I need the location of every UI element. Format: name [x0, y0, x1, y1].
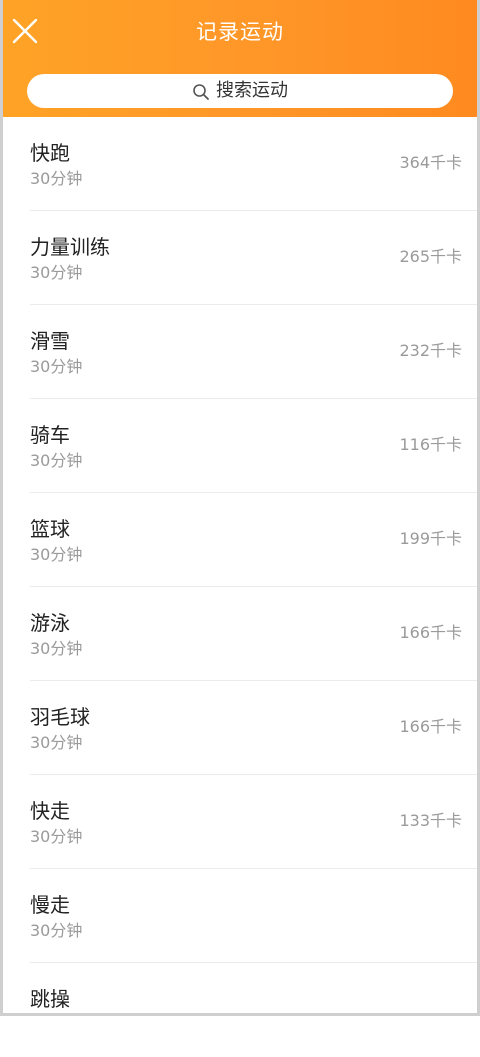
activity-item-swimming[interactable]: 游泳 30分钟 166千卡 [3, 587, 477, 681]
activity-duration: 30分钟 [30, 169, 83, 188]
header-bar: 记录运动 搜索运动 [0, 0, 480, 117]
activity-item-running[interactable]: 快跑 30分钟 364千卡 [3, 117, 477, 211]
activity-duration: 30分钟 [30, 639, 83, 658]
activity-calories: 232千卡 [399, 341, 462, 360]
activity-calories: 116千卡 [399, 435, 462, 454]
search-icon [193, 83, 209, 100]
activity-calories: 265千卡 [399, 247, 462, 266]
search-placeholder: 搜索运动 [216, 80, 288, 101]
activity-name: 快跑 [30, 141, 70, 165]
activity-name: 羽毛球 [30, 705, 90, 729]
activity-calories: 199千卡 [399, 529, 462, 548]
activity-name: 跳操 [30, 987, 70, 1011]
activity-duration: 30分钟 [30, 733, 83, 752]
activity-item-badminton[interactable]: 羽毛球 30分钟 166千卡 [3, 681, 477, 775]
activity-duration: 30分钟 [30, 921, 83, 940]
activity-duration: 30分钟 [30, 451, 83, 470]
activity-calories: 364千卡 [399, 153, 462, 172]
activity-name: 篮球 [30, 517, 70, 541]
search-input[interactable]: 搜索运动 [27, 74, 453, 108]
activity-name: 骑车 [30, 423, 70, 447]
activity-name: 慢走 [30, 893, 70, 917]
activity-item-skiing[interactable]: 滑雪 30分钟 232千卡 [3, 305, 477, 399]
activity-item-strength-training[interactable]: 力量训练 30分钟 265千卡 [3, 211, 477, 305]
activity-list: 快跑 30分钟 364千卡 力量训练 30分钟 265千卡 滑雪 30分钟 23… [3, 117, 477, 1057]
activity-calories: 133千卡 [399, 811, 462, 830]
activity-calories: 166千卡 [399, 717, 462, 736]
activity-item-cycling[interactable]: 骑车 30分钟 116千卡 [3, 399, 477, 493]
page-title: 记录运动 [196, 20, 284, 44]
activity-name: 游泳 [30, 611, 70, 635]
activity-duration: 30分钟 [30, 827, 83, 846]
activity-calories: 166千卡 [399, 623, 462, 642]
activity-item-basketball[interactable]: 篮球 30分钟 199千卡 [3, 493, 477, 587]
activity-duration: 30分钟 [30, 357, 83, 376]
activity-item-slow-walking[interactable]: 慢走 30分钟 [3, 869, 477, 963]
activity-name: 力量训练 [30, 235, 110, 259]
activity-duration: 30分钟 [30, 263, 83, 282]
activity-item-aerobics[interactable]: 跳操 [3, 963, 477, 1057]
activity-duration: 30分钟 [30, 545, 83, 564]
activity-name: 滑雪 [30, 329, 70, 353]
activity-item-brisk-walking[interactable]: 快走 30分钟 133千卡 [3, 775, 477, 869]
activity-name: 快走 [30, 799, 70, 823]
